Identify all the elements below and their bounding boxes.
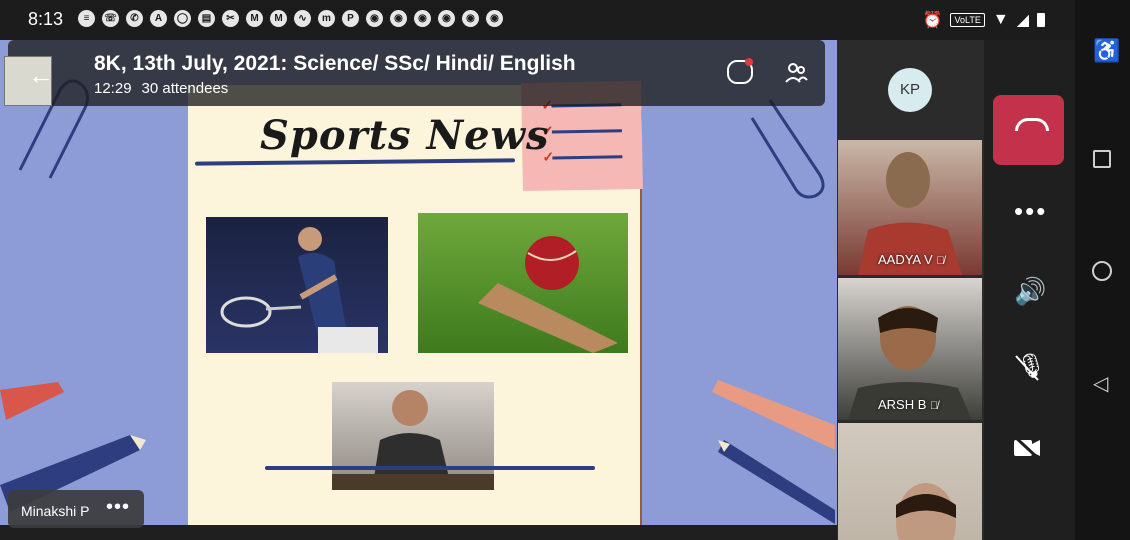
battery-icon: [1037, 13, 1045, 27]
chrome-icon: ◉: [390, 10, 407, 27]
accessibility-icon[interactable]: ♿: [1093, 38, 1120, 64]
mic-slash-icon: [1015, 355, 1039, 381]
chrome-icon: ◉: [462, 10, 479, 27]
participant-video: [896, 483, 956, 540]
hang-up-icon: [1015, 118, 1049, 131]
swirl-icon: ∿: [294, 10, 311, 27]
back-button[interactable]: ◁: [1093, 371, 1108, 396]
pencil-right-blue-icon: [718, 440, 835, 524]
gmail-icon: M: [270, 10, 287, 27]
presenter-more-button[interactable]: •••: [106, 496, 130, 519]
chat-unread-dot: [745, 58, 753, 66]
participant-tile[interactable]: AADYA V 🎙̸: [838, 140, 982, 275]
phone-icon: ✆: [126, 10, 143, 27]
speaker-icon[interactable]: 🔊: [1014, 276, 1046, 307]
pencil-right-red-icon: [712, 380, 835, 450]
chrome-icon: ◉: [366, 10, 383, 27]
participant-tile[interactable]: ARSH B 🎙̸: [838, 278, 982, 420]
participant-name: AADYA V 🎙̸: [878, 252, 945, 267]
meeting-title: 8K, 13th July, 2021: Science/ SSc/ Hindi…: [94, 52, 576, 75]
gmail-icon: M: [246, 10, 263, 27]
cricket-ball-photo: [418, 213, 628, 353]
signal-icon: ◢: [1016, 12, 1029, 29]
avatar[interactable]: KP: [888, 68, 932, 112]
bottom-underline: [265, 466, 595, 470]
a-icon: A: [150, 10, 167, 27]
back-arrow-icon[interactable]: ←: [28, 60, 54, 91]
paytm-icon: P: [342, 10, 359, 27]
participant-name: ARSH B 🎙̸: [878, 397, 939, 412]
attendee-count: 30 attendees: [141, 80, 229, 97]
pencil-left-red-icon: [0, 382, 64, 420]
status-bar: 8:13 ≡ ☏ ✆ A ◯ ▤ ✂ M M ∿ m P ◉ ◉ ◉ ◉ ◉ ◉…: [0, 0, 1075, 40]
presenter-tag[interactable]: Minakshi P •••: [8, 490, 144, 528]
shared-screen: ✓ ✓ ✓ Sports News: [0, 40, 837, 525]
mic-muted-icon: 🎙̸: [930, 400, 939, 412]
participants-icon[interactable]: [784, 60, 808, 84]
checklist-line: [551, 129, 622, 134]
whatsapp-icon: ☏: [102, 10, 119, 27]
mic-muted-icon: 🎙̸: [936, 255, 945, 267]
notification-icons: ≡ ☏ ✆ A ◯ ▤ ✂ M M ∿ m P ◉ ◉ ◉ ◉ ◉ ◉: [78, 10, 503, 27]
more-options-button[interactable]: •••: [1014, 196, 1047, 227]
chrome-icon: ◉: [438, 10, 455, 27]
scissor-icon: ✂: [222, 10, 239, 27]
chess-player-photo: [332, 382, 494, 490]
checklist-line: [552, 155, 623, 160]
meeting-info: 12:29 30 attendees: [94, 80, 228, 97]
presenter-name: Minakshi P: [21, 503, 90, 519]
chrome-icon: ◉: [414, 10, 431, 27]
participant-tile[interactable]: [838, 423, 982, 540]
camera-off-icon[interactable]: [1012, 434, 1042, 460]
message-icon: ≡: [78, 10, 95, 27]
recents-button[interactable]: [1093, 150, 1111, 168]
paperclip-right-icon: [750, 99, 825, 199]
o-icon: ◯: [174, 10, 191, 27]
slide-title: Sports News: [260, 112, 550, 159]
alarm-icon: ⏰: [922, 12, 943, 29]
wifi-icon: ▼: [992, 11, 1009, 28]
volte-badge: VoLTE: [950, 13, 985, 27]
home-button[interactable]: [1092, 261, 1112, 281]
meeting-duration: 12:29: [94, 80, 132, 97]
tennis-player-photo: [206, 217, 388, 353]
system-icons: ⏰ VoLTE ▼ ◢: [923, 10, 1045, 30]
bank-icon: ▤: [198, 10, 215, 27]
clock: 8:13: [28, 9, 64, 29]
m-icon: m: [318, 10, 335, 27]
chrome-icon: ◉: [486, 10, 503, 27]
